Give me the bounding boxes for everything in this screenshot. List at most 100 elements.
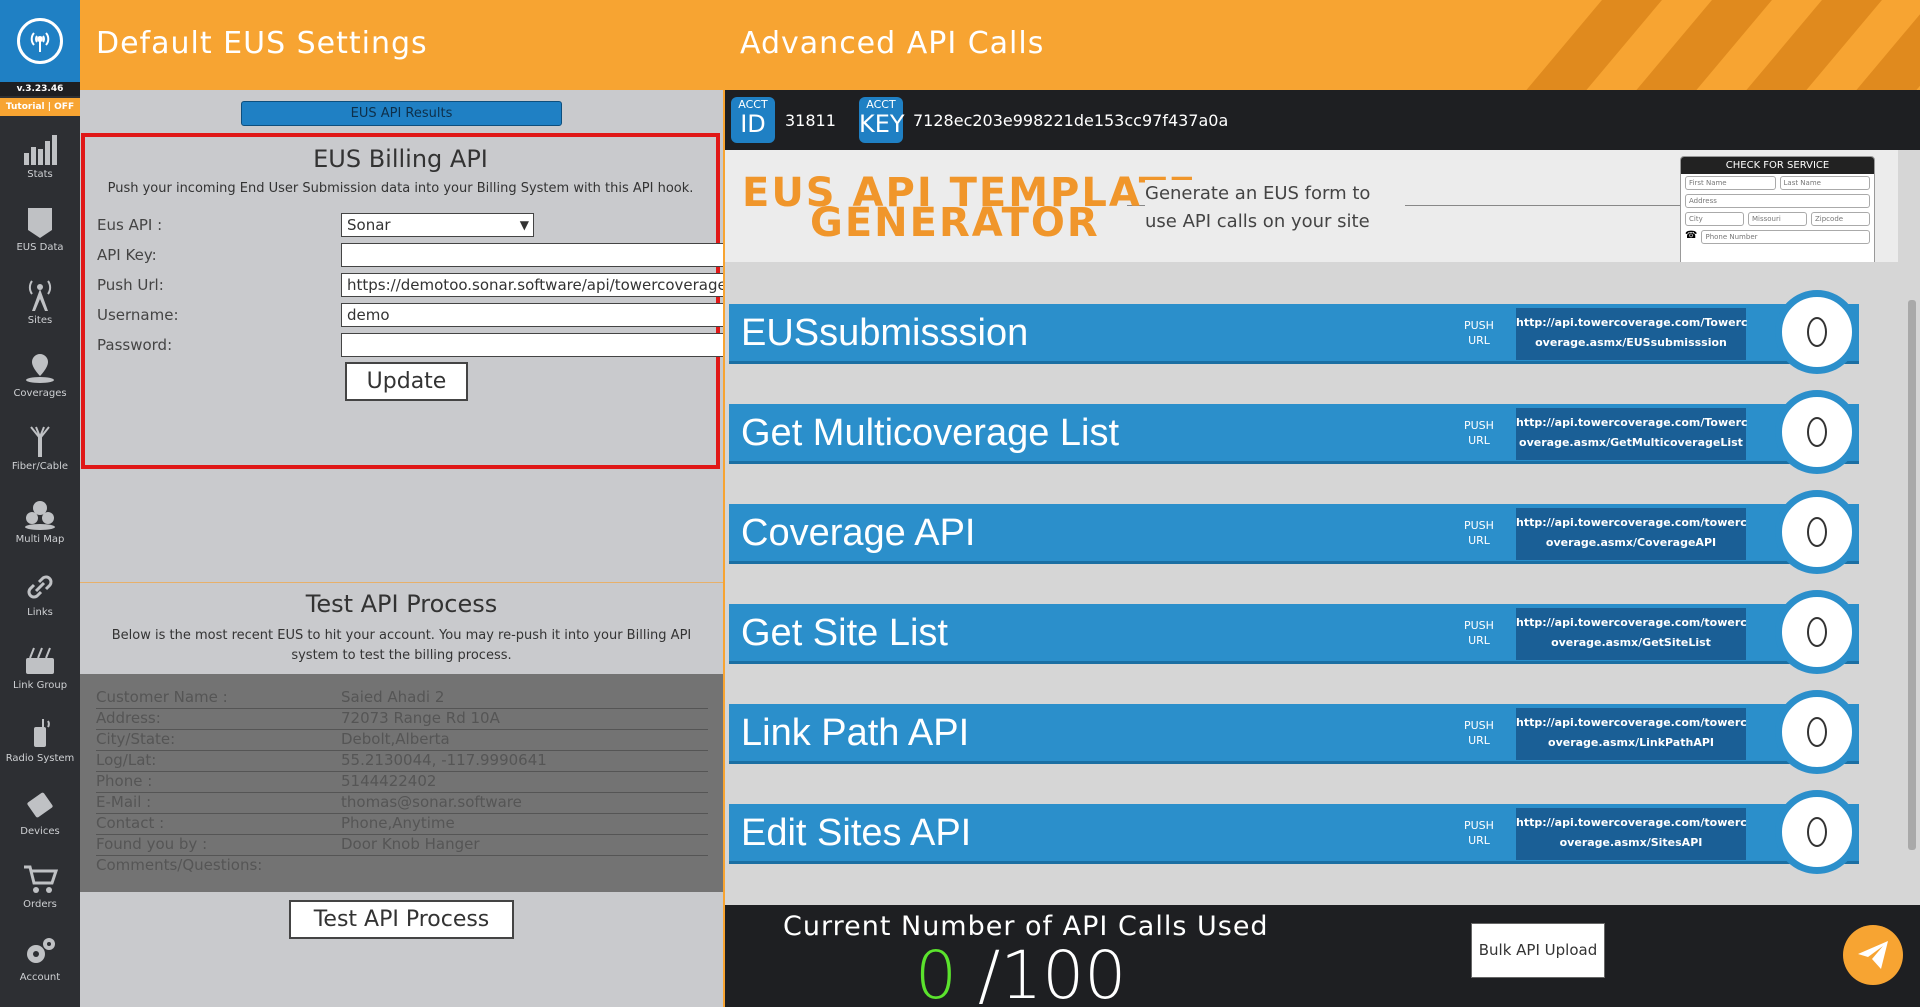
- sidebar-item-label: Orders: [23, 898, 57, 910]
- api-toggle-link-path[interactable]: [1775, 690, 1859, 774]
- scrollbar[interactable]: [1898, 150, 1920, 900]
- eus-settings-panel: EUS API Results EUS Billing API Push you…: [80, 90, 729, 1007]
- api-row-coverage: Coverage API PUSH URL http://api.towercov…: [729, 504, 1859, 564]
- preview-address: Address: [1685, 194, 1870, 208]
- api-toggle-site-list[interactable]: [1775, 590, 1859, 674]
- eus-api-results-button[interactable]: EUS API Results: [241, 101, 562, 126]
- sidebar-item-label: EUS Data: [16, 241, 64, 253]
- page-title: Default EUS Settings: [96, 26, 428, 61]
- cart-icon: [24, 865, 58, 893]
- table-row: Contact : Phone,Anytime: [96, 814, 708, 835]
- table-row: E-Mail : thomas@sonar.software: [96, 793, 708, 814]
- eus-api-value: Sonar: [347, 216, 391, 234]
- username-field[interactable]: demo: [341, 303, 729, 327]
- api-name: Edit Sites API: [741, 812, 972, 854]
- password-label: Password:: [97, 336, 173, 354]
- preview-state: Missouri: [1748, 212, 1807, 226]
- sidebar-item-links[interactable]: Links: [0, 558, 80, 630]
- test-api-process-button[interactable]: Test API Process: [289, 900, 514, 939]
- sidebar-item-label: Link Group: [12, 679, 68, 691]
- table-row: Comments/Questions:: [96, 856, 708, 877]
- scrollbar-thumb[interactable]: [1908, 300, 1916, 850]
- update-button[interactable]: Update: [345, 362, 468, 401]
- tower-icon: [28, 279, 52, 311]
- table-row: City/State: Debolt,Alberta: [96, 730, 708, 751]
- sidebar-item-label: Account: [19, 971, 61, 983]
- acct-id-big: ID: [740, 110, 766, 138]
- api-toggle-coverage[interactable]: [1775, 490, 1859, 574]
- template-generator-banner[interactable]: EUS API TEMPLATE GENERATOR Generate an E…: [725, 150, 1900, 262]
- sidebar-item-devices[interactable]: Devices: [0, 777, 80, 849]
- push-url-label: PUSH URL: [1464, 718, 1494, 748]
- gear-icon: [27, 937, 55, 963]
- billing-title: EUS Billing API: [313, 145, 488, 173]
- link-group-icon: [26, 647, 54, 674]
- api-url-line1: http://api.towercoverage.com/Towerc: [1516, 416, 1748, 429]
- push-url-label: PUSH URL: [1464, 818, 1494, 848]
- eus-data-icon: [28, 207, 52, 238]
- api-toggle-multicoverage[interactable]: [1775, 390, 1859, 474]
- row-value: Phone,Anytime: [341, 814, 455, 832]
- sidebar-item-label: Devices: [20, 825, 60, 837]
- sidebar-item-account[interactable]: Account: [0, 923, 80, 995]
- sidebar-item-fiber[interactable]: Fiber/Cable: [0, 412, 80, 484]
- usage-total: /100: [977, 937, 1127, 1007]
- password-field[interactable]: [341, 333, 729, 357]
- acct-key-badge: ACCT KEY: [859, 97, 905, 143]
- sidebar-item-eus-data[interactable]: EUS Data: [0, 193, 80, 265]
- header-bar: Default EUS Settings Advanced API Calls: [80, 0, 1920, 90]
- api-key-label: API Key:: [97, 246, 157, 264]
- row-value: thomas@sonar.software: [341, 793, 522, 811]
- recent-eus-table: Customer Name : Saied Ahadi 2 Address: 720…: [80, 674, 723, 892]
- row-label: E-Mail :: [96, 793, 152, 811]
- eus-api-select[interactable]: Sonar ▼: [341, 213, 534, 237]
- push-url-label: PUSH URL: [1464, 418, 1494, 448]
- api-url-line1: http://api.towercoverage.com/Towerc: [1516, 316, 1748, 329]
- sidebar-item-radio-system[interactable]: Radio System: [0, 704, 80, 776]
- usage-used: 0: [915, 937, 957, 1007]
- paper-plane-icon: [1858, 941, 1888, 969]
- section-divider: [80, 582, 723, 583]
- sidebar-item-stats[interactable]: Stats: [0, 120, 80, 192]
- sidebar-item-coverages[interactable]: Coverages: [0, 339, 80, 411]
- api-toggle-edit-sites[interactable]: [1775, 790, 1859, 874]
- table-row: Log/Lat: 55.2130044, -117.9990641: [96, 751, 708, 772]
- toggle-off-icon: [1807, 617, 1827, 647]
- tutorial-toggle[interactable]: Tutorial | OFF: [0, 98, 80, 116]
- acct-key-big: KEY: [859, 110, 905, 138]
- api-url-line1: http://api.towercoverage.com/towerc: [1516, 816, 1747, 829]
- api-url-line1: http://api.towercoverage.com/towerc: [1516, 516, 1747, 529]
- row-label: Address:: [96, 709, 161, 727]
- api-key-field[interactable]: [341, 243, 729, 267]
- sidebar-item-label: Multi Map: [15, 533, 65, 545]
- device-icon: [27, 792, 53, 817]
- api-toggle-eus-submission[interactable]: [1775, 290, 1859, 374]
- row-value: Saied Ahadi 2: [341, 688, 445, 706]
- bulk-api-upload-button[interactable]: Bulk API Upload: [1471, 923, 1605, 978]
- api-url-line2: overage.asmx/EUSsubmisssion: [1535, 336, 1727, 349]
- table-row: Customer Name : Saied Ahadi 2: [96, 688, 708, 709]
- advanced-api-panel: ACCT ID 31811 ACCT KEY 7128ec203e998221d…: [723, 90, 1920, 1007]
- section-title: Advanced API Calls: [740, 26, 1045, 61]
- row-label: Contact :: [96, 814, 165, 832]
- row-label: Customer Name :: [96, 688, 228, 706]
- account-bar: ACCT ID 31811 ACCT KEY 7128ec203e998221d…: [725, 90, 1920, 150]
- api-url-line2: overage.asmx/LinkPathAPI: [1548, 736, 1714, 749]
- push-url-label: PUSH URL: [1464, 518, 1494, 548]
- sidebar-item-link-group[interactable]: Link Group: [0, 631, 80, 703]
- row-value: 5144422402: [341, 772, 437, 790]
- api-name: Get Multicoverage List: [741, 412, 1120, 454]
- api-url: http://api.towercoverage.com/towerc overa…: [1516, 808, 1747, 860]
- send-button[interactable]: [1843, 925, 1903, 985]
- api-url-line2: overage.asmx/GetMulticoverageList: [1519, 436, 1743, 449]
- api-url-line2: overage.asmx/SitesAPI: [1559, 836, 1703, 849]
- sidebar-item-label: Radio System: [5, 752, 75, 764]
- sidebar-item-orders[interactable]: Orders: [0, 850, 80, 922]
- sidebar-item-multi-map[interactable]: Multi Map: [0, 485, 80, 557]
- push-label-line1: PUSH: [1464, 319, 1494, 332]
- usage-bar: Current Number of API Calls Used 0 /100 …: [725, 905, 1920, 1007]
- app-logo[interactable]: [0, 0, 80, 82]
- sidebar-item-label: Stats: [27, 168, 53, 180]
- push-url-field[interactable]: https://demotoo.sonar.software/api/tower…: [341, 273, 729, 297]
- sidebar-item-sites[interactable]: Sites: [0, 266, 80, 338]
